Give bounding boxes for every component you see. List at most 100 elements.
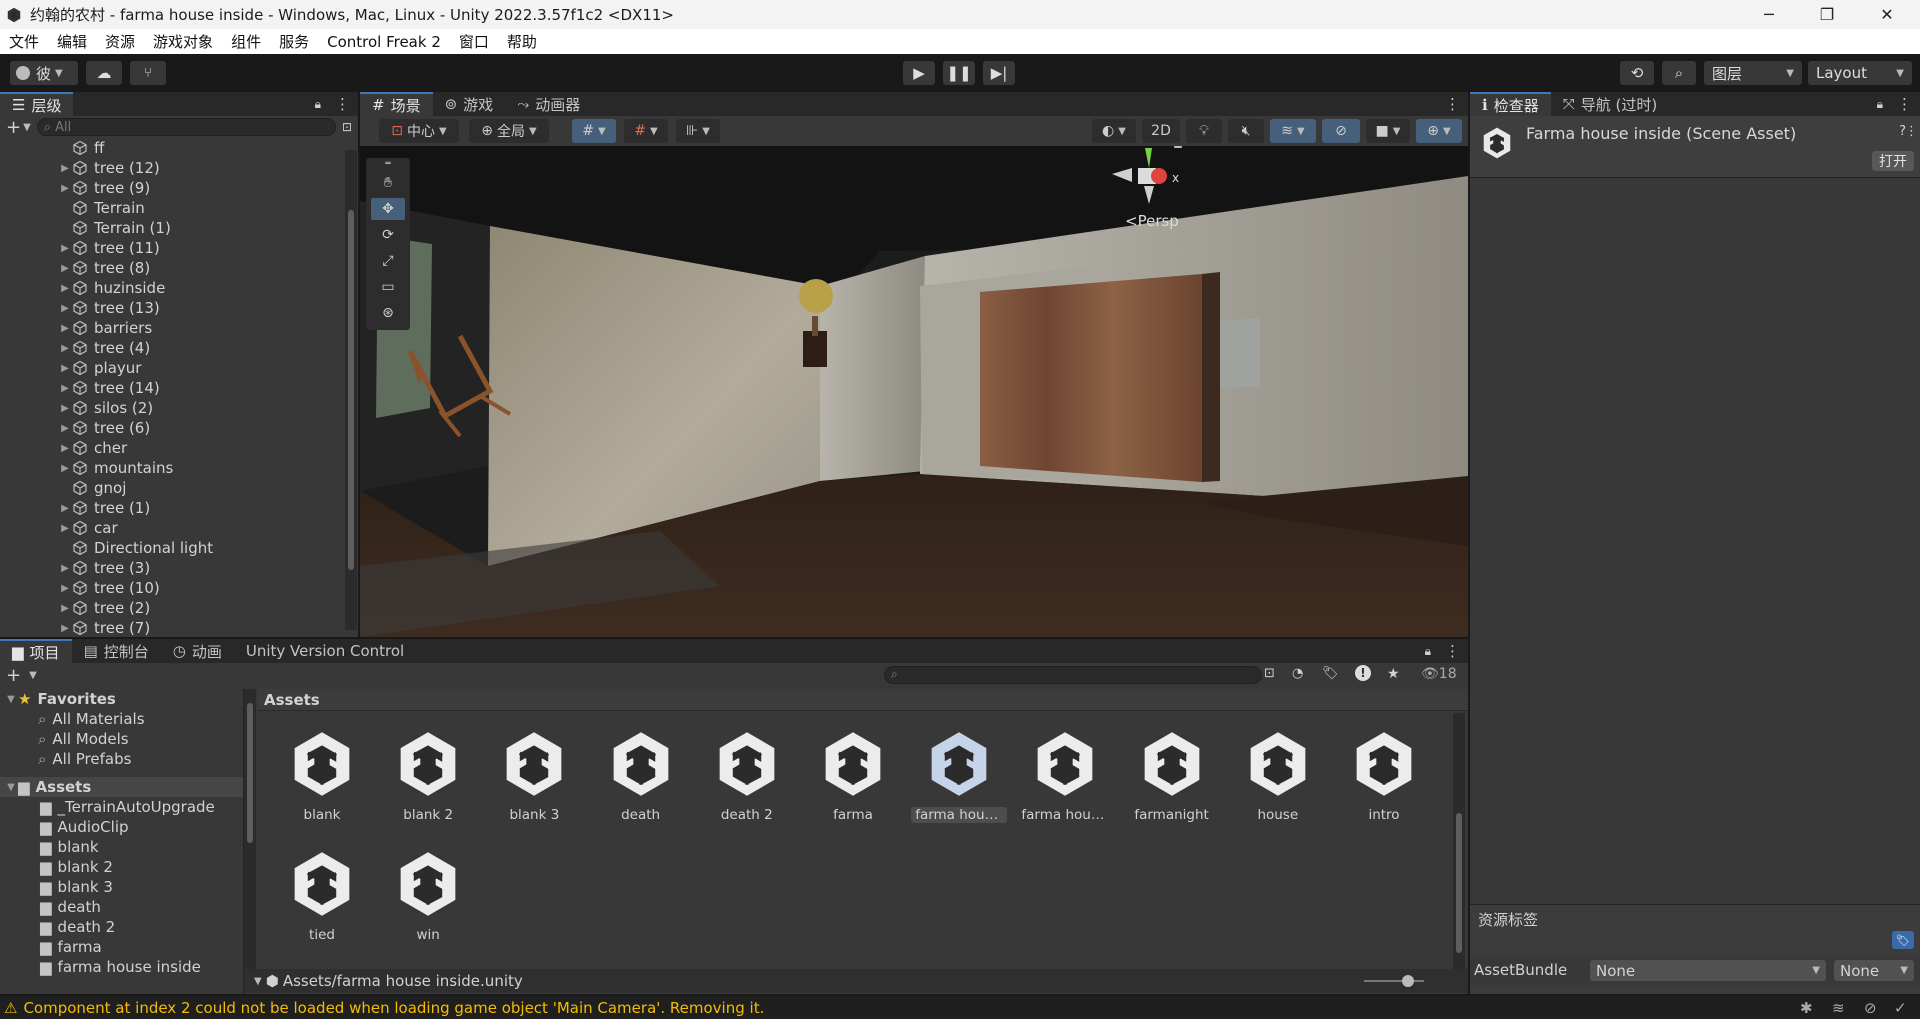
cloud-button[interactable]: ☁ [86, 61, 122, 85]
maximize-button[interactable]: ❐ [1804, 0, 1850, 29]
hierarchy-item[interactable]: ▶ tree (9) [0, 178, 345, 198]
align-toggle[interactable]: ⊪ ▼ [676, 119, 720, 143]
audio-toggle[interactable]: 🔇︎ [1228, 119, 1264, 143]
scrollbar-thumb[interactable] [247, 703, 253, 843]
search-mode-icon[interactable]: ⊡ [342, 120, 352, 134]
more-menu-icon[interactable]: ⋮ [1445, 95, 1460, 113]
icon-size-slider[interactable] [1364, 975, 1424, 987]
label-filter-icon[interactable]: 🏷︎ [1322, 666, 1339, 681]
expand-arrow-icon[interactable]: ▶ [58, 583, 72, 594]
favorite-item[interactable]: ⌕ All Materials [0, 709, 243, 729]
hierarchy-item[interactable]: ▶ tree (10) [0, 578, 345, 598]
hierarchy-item[interactable]: ▶ mountains [0, 458, 345, 478]
folder-item[interactable]: ▆ blank 2 [0, 857, 243, 877]
expand-arrow-icon[interactable]: ▶ [58, 283, 72, 294]
transform-tool-button[interactable]: ⊛ [371, 302, 405, 324]
step-button[interactable]: ▶| [983, 61, 1015, 85]
account-button[interactable]: 彼 ▼ [10, 61, 78, 85]
camera-dropdown[interactable]: ■ ▼ [1366, 119, 1410, 143]
hierarchy-item[interactable]: ▶ huzinside [0, 278, 345, 298]
expand-arrow-icon[interactable]: ▶ [58, 503, 72, 514]
menu-edit[interactable]: 编辑 [48, 31, 96, 52]
tools-handle-icon[interactable]: ═ [371, 159, 405, 169]
hierarchy-item[interactable]: ▶ tree (13) [0, 298, 345, 318]
lock-icon[interactable]: 🔒︎ [1425, 644, 1431, 659]
menu-services[interactable]: 服务 [270, 31, 318, 52]
expand-arrow-icon[interactable]: ▶ [58, 563, 72, 574]
ok-icon[interactable]: ✓ [1894, 999, 1907, 1017]
history-button[interactable]: ⟲ [1620, 61, 1654, 85]
hierarchy-item[interactable]: Terrain (1) [0, 218, 345, 238]
hierarchy-item[interactable]: ▶ car [0, 518, 345, 538]
hierarchy-item[interactable]: ▶ tree (12) [0, 158, 345, 178]
favorite-item[interactable]: ⌕ All Models [0, 729, 243, 749]
scene-asset-item[interactable]: death [591, 725, 691, 823]
assets-root-row[interactable]: ▼ ▆ Assets [0, 777, 243, 797]
lock-icon[interactable]: 🔒︎ [1877, 97, 1883, 112]
hierarchy-item[interactable]: ff [0, 138, 345, 158]
expand-arrow-icon[interactable]: ▶ [58, 183, 72, 194]
visible-count[interactable]: 👁︎18 [1421, 666, 1457, 682]
grid-snap-toggle[interactable]: # ▼ [572, 119, 616, 143]
pivot-dropdown[interactable]: ⊡ 中心 ▼ [379, 119, 459, 143]
progress-icon[interactable]: ⊘ [1864, 999, 1877, 1017]
hierarchy-item[interactable]: Directional light [0, 538, 345, 558]
scene-asset-item[interactable]: blank 2 [378, 725, 478, 823]
scene-asset-item[interactable]: win [378, 845, 478, 943]
rotate-tool-button[interactable]: ⟳ [371, 224, 405, 246]
folder-item[interactable]: ▆ AudioClip [0, 817, 243, 837]
more-menu-icon[interactable]: ⋮ [335, 95, 350, 113]
expand-arrow-icon[interactable]: ▶ [58, 243, 72, 254]
tab-scene[interactable]: # 场景 [360, 92, 433, 116]
expand-arrow-icon[interactable]: ▶ [58, 443, 72, 454]
hierarchy-item[interactable]: ▶ tree (8) [0, 258, 345, 278]
tab-inspector[interactable]: ℹ 检查器 [1470, 92, 1551, 116]
expand-arrow-icon[interactable]: ▶ [58, 323, 72, 334]
menu-assets[interactable]: 资源 [96, 31, 144, 52]
hierarchy-item[interactable]: ▶ barriers [0, 318, 345, 338]
hierarchy-item[interactable]: ▶ tree (4) [0, 338, 345, 358]
hidden-objects-toggle[interactable]: ⊘ [1322, 119, 1360, 143]
expand-arrow-icon[interactable]: ▶ [58, 363, 72, 374]
expand-arrow-icon[interactable]: ▶ [58, 423, 72, 434]
warning-filter-icon[interactable]: ! [1355, 665, 1371, 681]
add-icon[interactable]: + [6, 665, 21, 686]
scene-asset-item[interactable]: death 2 [697, 725, 797, 823]
search-by-type-icon[interactable]: ⊡ [1264, 666, 1275, 681]
space-dropdown[interactable]: ⊕ 全局 ▼ [469, 119, 549, 143]
more-menu-icon[interactable]: ⋮ [1905, 124, 1918, 139]
favorite-item[interactable]: ⌕ All Prefabs [0, 749, 243, 769]
menu-file[interactable]: 文件 [0, 31, 48, 52]
gizmos-toggle[interactable]: ⊕ ▼ [1416, 119, 1462, 143]
scrollbar-thumb[interactable] [348, 210, 354, 570]
tag-icon[interactable]: 🏷︎ [1892, 931, 1914, 949]
tab-game[interactable]: ⊚ 游戏 [433, 92, 506, 116]
rect-tool-button[interactable]: ▭ [371, 276, 405, 298]
hierarchy-item[interactable]: ▶ tree (2) [0, 598, 345, 618]
folder-item[interactable]: ▆ blank 3 [0, 877, 243, 897]
scene-asset-item[interactable]: house [1228, 725, 1328, 823]
favorites-row[interactable]: ▼ ★ Favorites [0, 689, 243, 709]
favorite-star-icon[interactable]: ★ [1387, 666, 1400, 682]
increment-snap-toggle[interactable]: # ▼ [624, 119, 668, 143]
menu-control-freak[interactable]: Control Freak 2 [318, 33, 450, 51]
lock-icon[interactable]: 🔒︎ [315, 97, 321, 112]
hierarchy-item[interactable]: ▶ tree (6) [0, 418, 345, 438]
hierarchy-item[interactable]: ▶ tree (7) [0, 618, 345, 635]
hierarchy-item[interactable]: ▶ tree (1) [0, 498, 345, 518]
scene-asset-item[interactable]: intro [1334, 725, 1434, 823]
hierarchy-item[interactable]: ▶ tree (3) [0, 558, 345, 578]
tab-animation[interactable]: ◷ 动画 [161, 639, 234, 663]
hierarchy-scrollbar[interactable] [345, 150, 357, 630]
expand-arrow-icon[interactable]: ▶ [58, 263, 72, 274]
folder-item[interactable]: ▆ _TerrainAutoUpgrade [0, 797, 243, 817]
expand-arrow-icon[interactable]: ▶ [58, 383, 72, 394]
more-menu-icon[interactable]: ⋮ [1445, 642, 1460, 660]
tab-navigation[interactable]: ⤧ 导航 (过时) [1551, 92, 1670, 116]
expand-arrow-icon[interactable]: ▶ [58, 603, 72, 614]
move-tool-button[interactable]: ✥ [371, 198, 405, 220]
tab-version-control[interactable]: Unity Version Control [234, 639, 416, 663]
menu-gameobject[interactable]: 游戏对象 [144, 31, 222, 52]
scale-tool-button[interactable]: ⤢ [371, 250, 405, 272]
collab-button[interactable]: ⑂ [130, 61, 166, 85]
